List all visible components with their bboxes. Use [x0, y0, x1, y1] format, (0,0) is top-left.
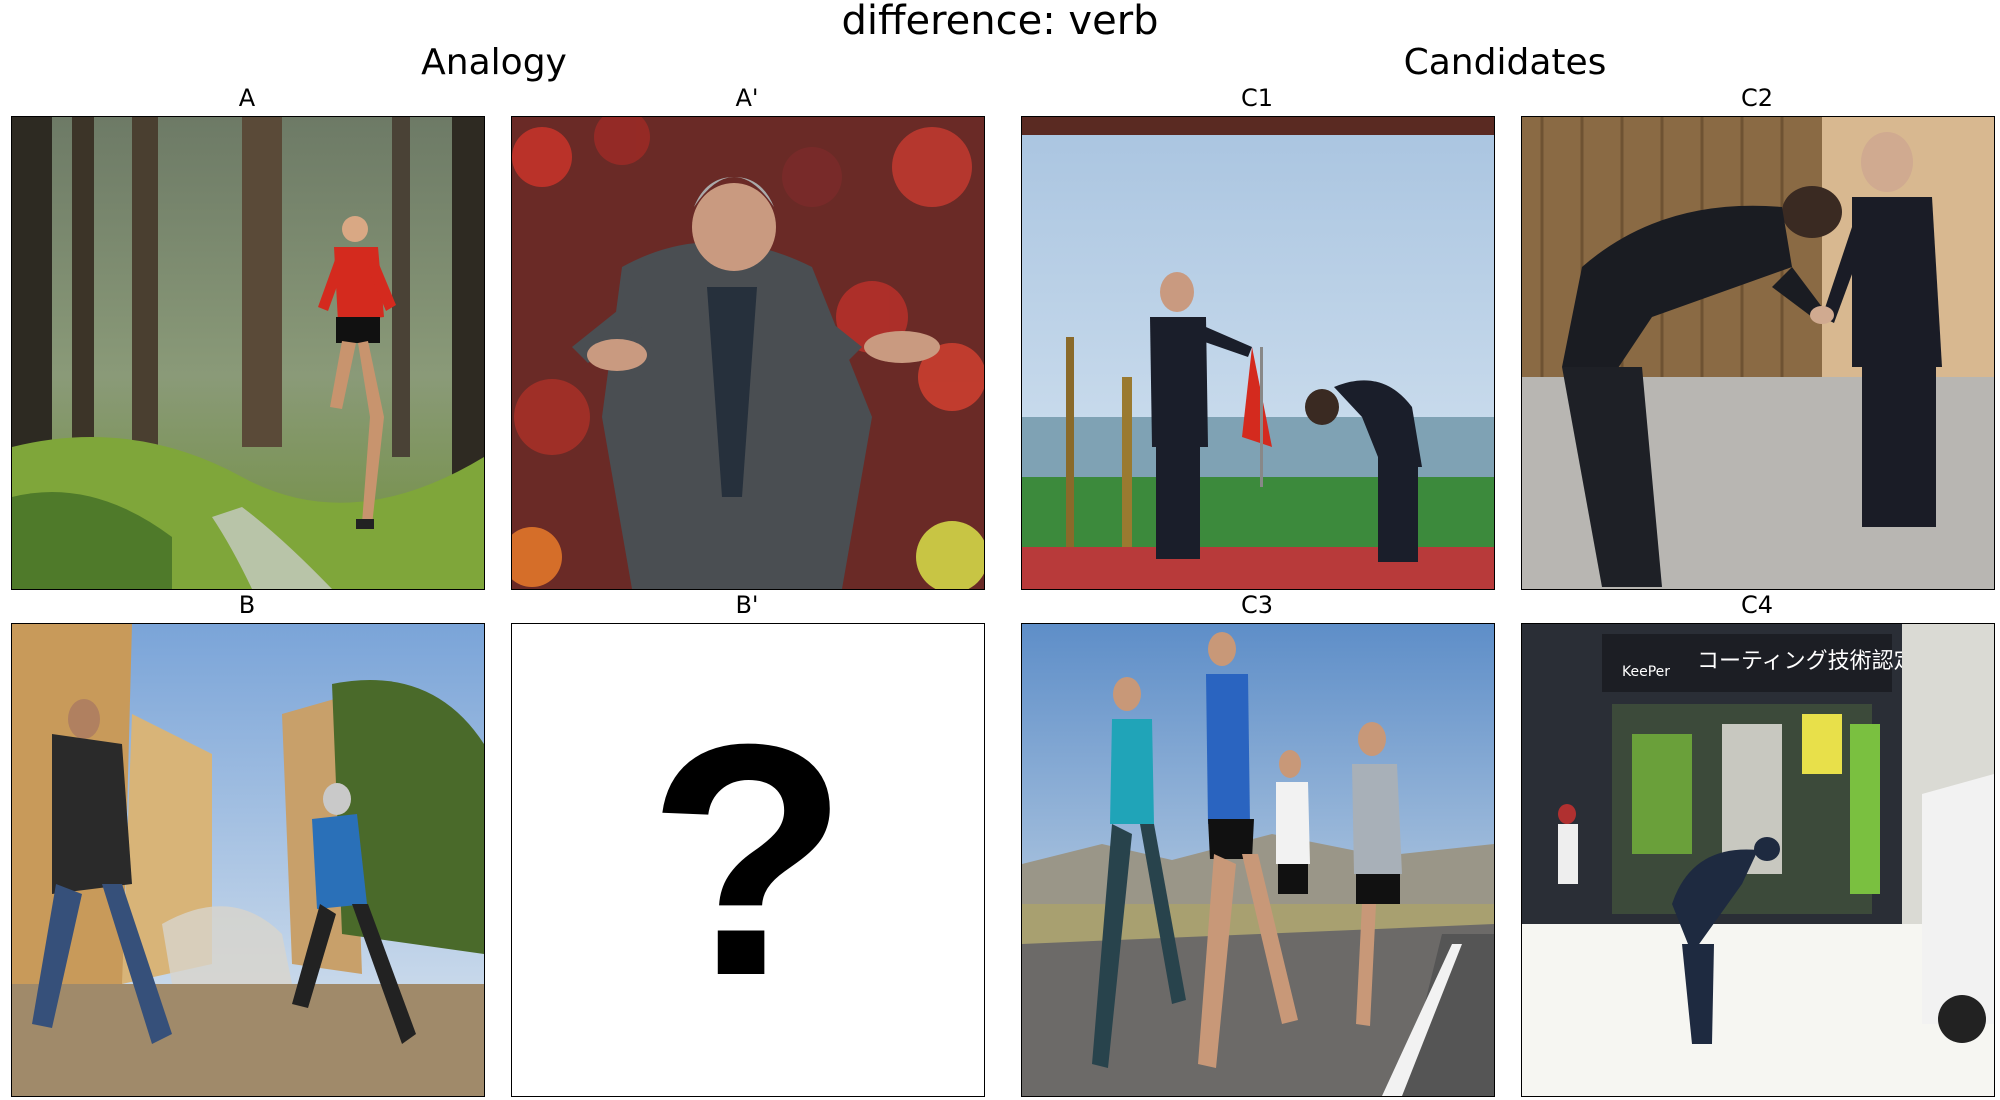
panel-label-c2: C2 — [1740, 84, 1774, 112]
panel-label-c1: C1 — [1240, 84, 1274, 112]
analogy-heading: Analogy — [421, 42, 567, 83]
image-c1-ceremony-bow — [1021, 116, 1495, 590]
image-b-street-running — [11, 623, 485, 1097]
image-b-prime-unknown: ? — [511, 623, 985, 1097]
panel-label-b: B — [238, 591, 256, 619]
store-sign-brand: KeePer — [1622, 664, 1670, 680]
image-c2-handshake-bow — [1521, 116, 1995, 590]
image-a-forest-runner — [11, 116, 485, 590]
candidates-heading: Candidates — [1403, 42, 1607, 83]
panel-label-b-prime: B' — [735, 591, 759, 619]
panel-label-c3: C3 — [1240, 591, 1274, 619]
question-mark-icon: ? — [647, 675, 849, 1044]
panel-label-a: A — [238, 84, 256, 112]
panel-label-c4: C4 — [1740, 591, 1774, 619]
image-a-prime-man-bowing — [511, 116, 985, 590]
figure-title: difference: verb — [841, 0, 1159, 44]
panel-label-a-prime: A' — [735, 84, 759, 112]
image-c4-storefront-bow: KeePer コーティング技術認定店 — [1521, 623, 1995, 1097]
store-sign-text: コーティング技術認定店 — [1697, 649, 1938, 674]
image-c3-road-runners — [1021, 623, 1495, 1097]
